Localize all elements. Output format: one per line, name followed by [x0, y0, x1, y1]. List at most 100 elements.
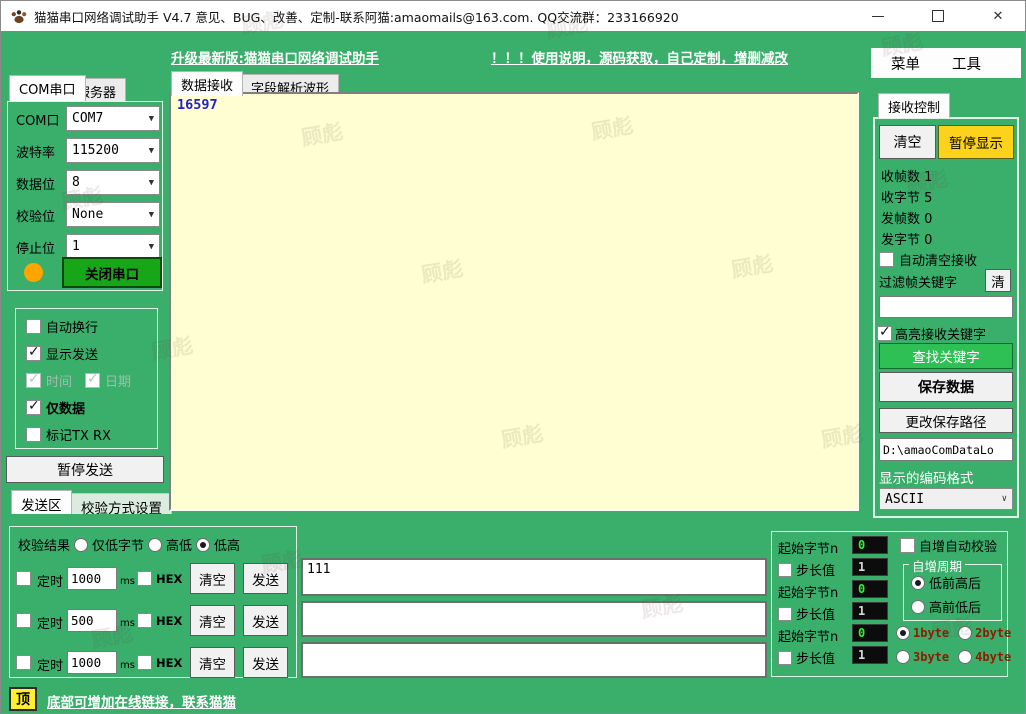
menu-item-menu[interactable]: 菜单 [891, 53, 920, 74]
high-first-option[interactable]: 高前低后 [911, 597, 981, 616]
com-port-value: COM7 [72, 111, 103, 126]
step-checkbox-1[interactable] [778, 563, 792, 577]
byte2-radio[interactable] [958, 626, 972, 640]
rx-frames-value: 1 [924, 170, 932, 185]
maximize-button[interactable] [915, 1, 961, 31]
menu-item-tools[interactable]: 工具 [952, 53, 981, 74]
rx-frames-stat: 收帧数 1 [881, 166, 932, 185]
timer-row-2: 定时 ms HEX 清空 发送 [10, 605, 296, 637]
timer3-enable-checkbox[interactable] [16, 655, 31, 670]
parity-select[interactable]: None▼ [66, 202, 160, 227]
date-checkbox[interactable] [85, 373, 100, 388]
stop-bits-select[interactable]: 1▼ [66, 234, 160, 259]
tab-com-serial[interactable]: COM串口 [9, 75, 86, 101]
close-serial-button[interactable]: 关闭串口 [62, 257, 162, 288]
filter-keyword-input[interactable] [879, 296, 1013, 318]
start-byte-value-2[interactable]: 0 [852, 580, 888, 598]
upgrade-link[interactable]: 升级最新版:猫猫串口网络调试助手 [171, 47, 379, 67]
step-checkbox-3[interactable] [778, 651, 792, 665]
receive-data-view[interactable]: 16597 [169, 92, 859, 511]
step-label-2: 步长值 [796, 604, 835, 623]
mark-txrx-checkbox[interactable] [26, 427, 41, 442]
tab-send-area[interactable]: 发送区 [11, 490, 72, 514]
checksum-result-label: 校验结果 [18, 535, 70, 554]
start-byte-value-1[interactable]: 0 [852, 536, 888, 554]
step-value-3[interactable]: 1 [852, 646, 888, 664]
data-only-checkbox[interactable] [26, 400, 41, 415]
auto-newline-checkbox[interactable] [26, 319, 41, 334]
auto-checksum-checkbox[interactable] [900, 538, 915, 553]
byte1-radio[interactable] [896, 626, 910, 640]
parity-row: 校验位 [16, 206, 55, 225]
send-input-1[interactable]: 111 [301, 558, 767, 596]
timer1-send-button[interactable]: 发送 [243, 563, 288, 594]
help-link[interactable]: ！！！使用说明，源码获取，自己定制，增删减改 [491, 47, 788, 67]
start-byte-value-3[interactable]: 0 [852, 624, 888, 642]
byte3-radio[interactable] [896, 650, 910, 664]
auto-clear-option[interactable]: 自动清空接收 [879, 250, 977, 269]
timer3-send-button[interactable]: 发送 [243, 647, 288, 678]
auto-checksum-option[interactable]: 自增自动校验 [900, 536, 997, 555]
send-input-2[interactable] [301, 601, 767, 637]
tx-bytes-label: 发字节 [881, 233, 920, 248]
auto-newline-option[interactable]: 自动换行 [26, 317, 98, 336]
timer2-clear-button[interactable]: 清空 [190, 605, 235, 636]
save-path-field[interactable] [879, 438, 1013, 461]
com-port-select[interactable]: COM7▼ [66, 106, 160, 131]
close-button[interactable]: ✕ [975, 1, 1021, 31]
low-first-radio[interactable] [911, 576, 925, 590]
highlight-checkbox[interactable] [877, 326, 892, 341]
step-row-3[interactable]: 步长值 [778, 648, 835, 667]
timer3-clear-button[interactable]: 清空 [190, 647, 235, 678]
high-first-radio[interactable] [911, 600, 925, 614]
timer2-hex-checkbox[interactable] [137, 613, 152, 628]
change-save-path-button[interactable]: 更改保存路径 [879, 408, 1013, 433]
clear-receive-button[interactable]: 清空 [879, 125, 936, 159]
checksum-lowhigh-radio[interactable] [196, 538, 210, 552]
start-byte-label-2: 起始字节n [778, 582, 838, 601]
byte4-radio[interactable] [958, 650, 972, 664]
filter-clear-button[interactable]: 清 [985, 269, 1011, 292]
pause-send-button[interactable]: 暂停发送 [6, 456, 164, 483]
timer1-clear-button[interactable]: 清空 [190, 563, 235, 594]
save-data-button[interactable]: 保存数据 [879, 372, 1013, 402]
show-send-option[interactable]: 显示发送 [26, 344, 98, 363]
minimize-button[interactable] [855, 1, 901, 31]
pause-display-button[interactable]: 暂停显示 [938, 125, 1014, 159]
time-checkbox[interactable] [26, 373, 41, 388]
checksum-highlow-radio[interactable] [148, 538, 162, 552]
step-row-1[interactable]: 步长值 [778, 560, 835, 579]
show-send-checkbox[interactable] [26, 346, 41, 361]
timer2-enable-checkbox[interactable] [16, 613, 31, 628]
encoding-select[interactable]: ASCII∨ [879, 488, 1013, 510]
timer2-send-button[interactable]: 发送 [243, 605, 288, 636]
step-row-2[interactable]: 步长值 [778, 604, 835, 623]
baud-rate-select[interactable]: 115200▼ [66, 138, 160, 163]
tab-checksum-settings[interactable]: 校验方式设置 [71, 493, 172, 514]
checksum-lowbyte-radio[interactable] [74, 538, 88, 552]
low-first-option[interactable]: 低前高后 [911, 573, 981, 592]
footer-link[interactable]: 底部可增加在线链接，联系猫猫 [47, 691, 236, 711]
highlight-option[interactable]: 高亮接收关键字 [877, 324, 986, 343]
timer1-hex-checkbox[interactable] [137, 571, 152, 586]
data-bits-select[interactable]: 8▼ [66, 170, 160, 195]
timer1-enable-checkbox[interactable] [16, 571, 31, 586]
tab-data-receive[interactable]: 数据接收 [171, 71, 243, 96]
step-checkbox-2[interactable] [778, 607, 792, 621]
timer3-hex-checkbox[interactable] [137, 655, 152, 670]
minimize-icon [872, 16, 884, 17]
chevron-down-icon: ▼ [149, 178, 154, 188]
step-value-1[interactable]: 1 [852, 558, 888, 576]
timer1-interval-input[interactable] [67, 567, 117, 590]
tab-receive-control[interactable]: 接收控制 [878, 93, 950, 118]
auto-clear-checkbox[interactable] [879, 252, 894, 267]
send-input-3[interactable] [301, 642, 767, 678]
find-keyword-button[interactable]: 查找关键字 [879, 343, 1013, 369]
tx-frames-stat: 发帧数 0 [881, 208, 932, 227]
scroll-top-button[interactable]: 顶 [9, 687, 37, 711]
mark-txrx-option[interactable]: 标记TX RX [26, 425, 111, 444]
timer3-interval-input[interactable] [67, 651, 117, 674]
timer2-interval-input[interactable] [67, 609, 117, 632]
step-value-2[interactable]: 1 [852, 602, 888, 620]
data-only-option[interactable]: 仅数据 [26, 398, 85, 417]
